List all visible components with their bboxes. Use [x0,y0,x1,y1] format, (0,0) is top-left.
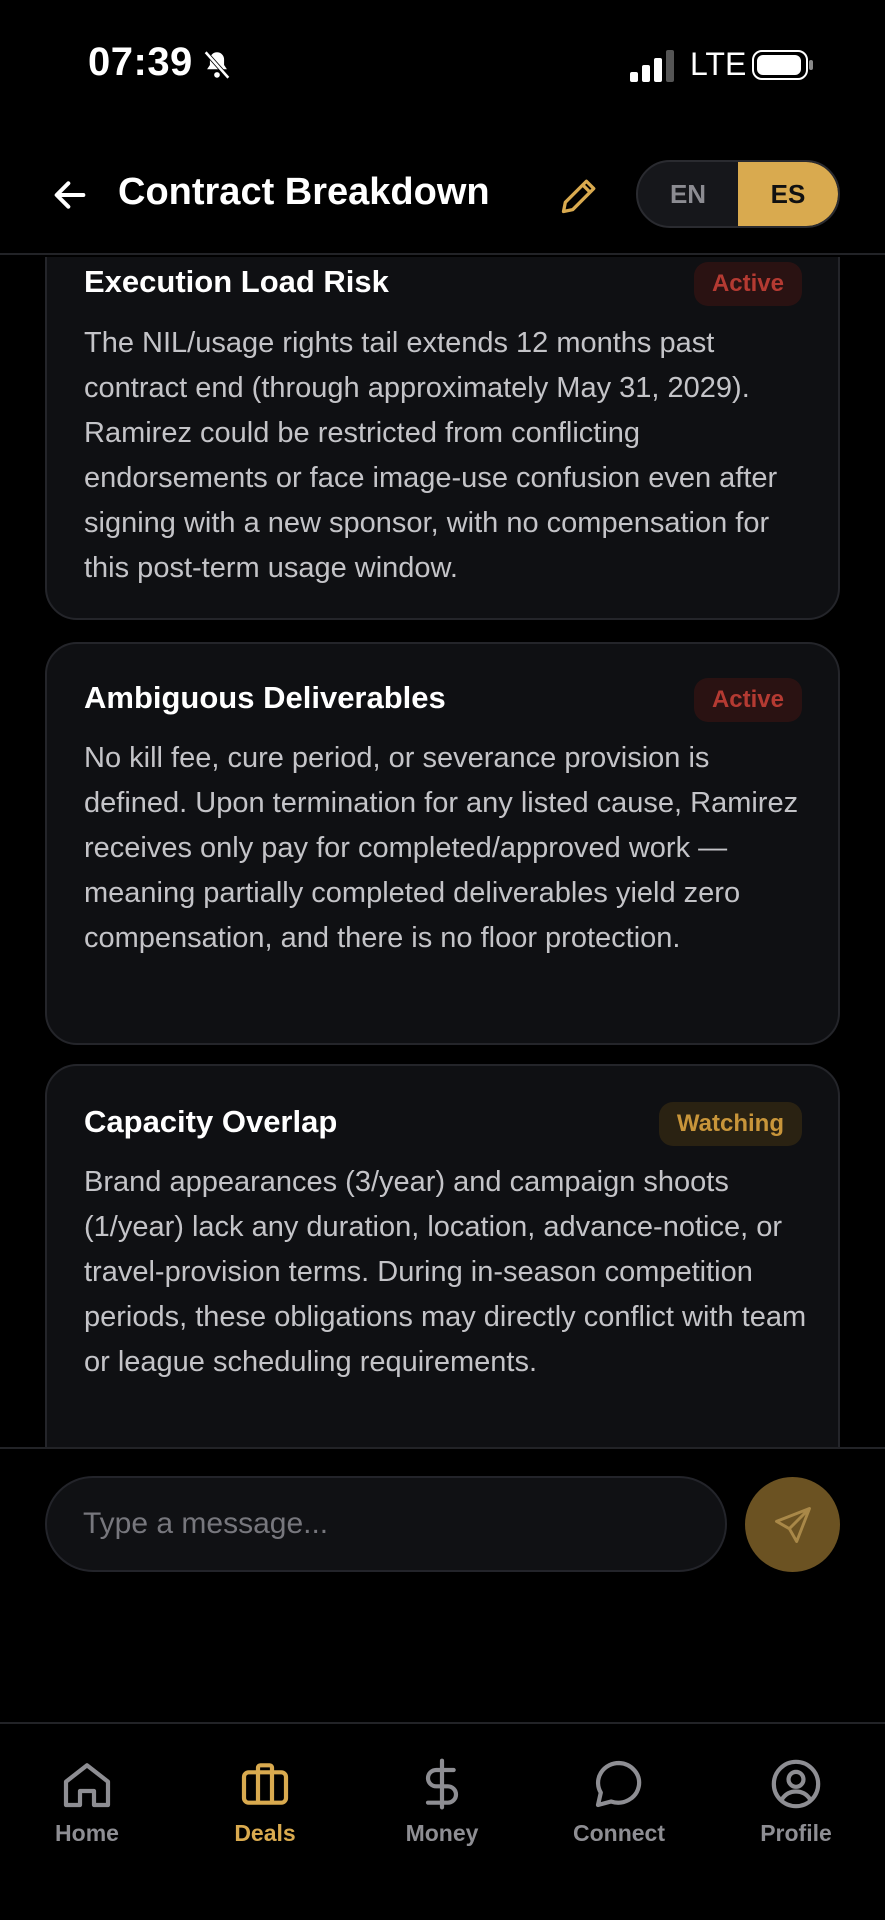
card-title: Execution Load Risk [84,264,389,299]
bottom-tab-bar: Home Deals Money Connect Profile [0,1722,885,1920]
top-nav-bar: Contract Breakdown EN ES [0,145,885,255]
status-bar: 07:39 LTE [0,0,885,130]
lang-es-option[interactable]: ES [738,162,838,226]
language-toggle: EN ES [636,160,840,228]
home-icon [63,1763,111,1808]
lang-en-option[interactable]: EN [638,162,738,226]
tab-money[interactable]: Money [377,1756,507,1876]
chat-bubble-icon [595,1760,642,1808]
risk-list[interactable]: Execution Load Risk Active The NIL/usage… [0,257,885,1447]
briefcase-icon [241,1763,289,1805]
tab-home[interactable]: Home [22,1756,152,1876]
back-button[interactable] [48,173,92,217]
composer-divider [0,1447,885,1449]
status-badge: Active [693,678,802,722]
network-label: LTE [690,46,747,82]
dollar-icon [425,1758,459,1810]
tab-label: Profile [760,1820,832,1846]
card-description: The NIL/usage rights tail extends 12 mon… [84,327,778,584]
send-icon [774,1506,811,1543]
tab-deals[interactable]: Deals [200,1756,330,1876]
user-circle-icon [771,1759,821,1809]
card-description: Brand appearances (3/year) and campaign … [84,1166,807,1378]
status-time: 07:39 [88,40,193,84]
tab-profile[interactable]: Profile [731,1756,861,1876]
arrow-left-icon [54,181,86,209]
page-title: Contract Breakdown [118,171,490,213]
tab-label: Connect [573,1820,665,1846]
battery-icon [752,50,813,80]
card-description: No kill fee, cure period, or severance p… [84,742,799,954]
card-title: Capacity Overlap [84,1104,338,1139]
tab-label: Deals [234,1820,296,1846]
message-input[interactable] [45,1476,727,1572]
tab-label: Money [405,1820,479,1846]
send-button[interactable] [745,1477,840,1572]
pencil-icon [561,179,596,214]
signal-icon [630,50,674,82]
risk-card[interactable]: Ambiguous Deliverables Active No kill fe… [45,642,840,1045]
risk-card[interactable]: Execution Load Risk Active The NIL/usage… [45,257,840,620]
tab-label: Home [55,1820,119,1846]
card-title: Ambiguous Deliverables [84,680,446,715]
risk-card[interactable]: Capacity Overlap Watching Brand appearan… [45,1064,840,1447]
status-badge: Active [693,262,802,306]
status-badge: Watching [658,1102,802,1146]
edit-button[interactable] [556,171,604,219]
bell-off-icon [204,50,230,80]
tab-connect[interactable]: Connect [554,1756,684,1876]
